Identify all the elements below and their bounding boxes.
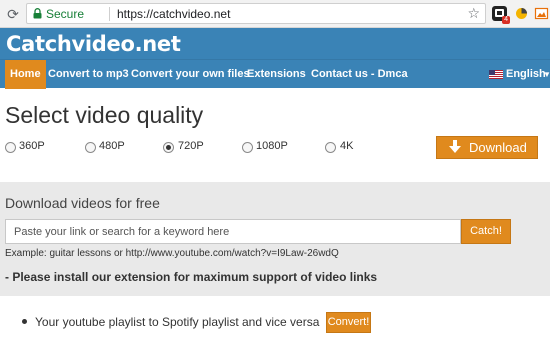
- radio-label-4k[interactable]: 4K: [340, 140, 353, 152]
- extension-notice: - Please install our extension for maxim…: [5, 270, 378, 284]
- nav-convert-own-files[interactable]: Convert your own files: [131, 60, 250, 89]
- convert-button[interactable]: Convert!: [326, 312, 371, 333]
- nav-contact-dmca[interactable]: Contact us - Dmca: [311, 60, 408, 89]
- browser-toolbar: ⟳ Secure https://catchvideo.net ☆ 4: [0, 0, 550, 28]
- radio-720p[interactable]: [163, 142, 174, 153]
- radio-label-1080p[interactable]: 1080P: [256, 140, 288, 152]
- reload-icon[interactable]: ⟳: [4, 5, 22, 23]
- secure-label: Secure: [46, 7, 85, 21]
- nav-extensions[interactable]: Extensions: [247, 60, 306, 89]
- search-panel: Download videos for free Catch! Example:…: [0, 182, 550, 296]
- page-title: Select video quality: [5, 102, 204, 128]
- lock-icon: [33, 8, 42, 19]
- url-text[interactable]: https://catchvideo.net: [117, 7, 230, 21]
- address-bar[interactable]: Secure https://catchvideo.net ☆: [26, 3, 486, 24]
- extension-badge: 4: [502, 16, 510, 24]
- site-header: Catchvideo.net: [0, 28, 550, 59]
- download-label: Download: [469, 140, 527, 155]
- nav-home[interactable]: Home: [5, 60, 46, 89]
- site-logo[interactable]: Catchvideo.net: [6, 32, 181, 56]
- extension-photo-icon[interactable]: [534, 6, 549, 21]
- radio-480p[interactable]: [85, 142, 96, 153]
- catch-button[interactable]: Catch!: [461, 219, 511, 244]
- chevron-down-icon[interactable]: ▼: [543, 60, 550, 89]
- extension-circle-icon[interactable]: [514, 6, 529, 21]
- example-text: Example: guitar lessons or http://www.yo…: [5, 248, 339, 259]
- radio-label-720p[interactable]: 720P: [178, 140, 204, 152]
- radio-label-480p[interactable]: 480P: [99, 140, 125, 152]
- playlist-promo-text: Your youtube playlist to Spotify playlis…: [35, 315, 320, 329]
- list-bullet: [22, 319, 27, 324]
- bookmark-star-icon[interactable]: ☆: [467, 5, 480, 22]
- radio-360p[interactable]: [5, 142, 16, 153]
- search-box[interactable]: [5, 219, 461, 244]
- nav-convert-mp3[interactable]: Convert to mp3: [48, 60, 129, 89]
- main-nav: Home Convert to mp3 Convert your own fil…: [0, 59, 550, 89]
- radio-4k[interactable]: [325, 142, 336, 153]
- us-flag-icon: [489, 70, 503, 79]
- download-button[interactable]: Download: [436, 136, 538, 159]
- language-selector[interactable]: English: [506, 60, 546, 89]
- radio-1080p[interactable]: [242, 142, 253, 153]
- address-separator: [109, 7, 110, 21]
- radio-label-360p[interactable]: 360P: [19, 140, 45, 152]
- search-heading: Download videos for free: [5, 195, 160, 211]
- extension-catchvideo-icon[interactable]: 4: [492, 6, 510, 24]
- download-arrow-icon: [449, 140, 461, 153]
- search-input[interactable]: [6, 220, 460, 243]
